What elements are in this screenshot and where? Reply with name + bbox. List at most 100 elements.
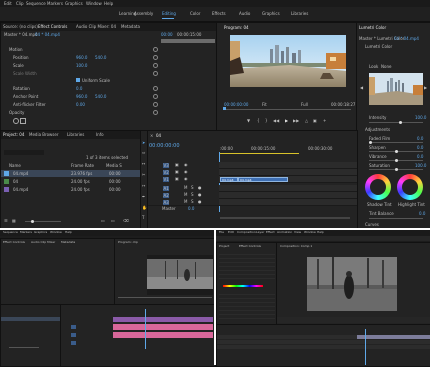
mic-icon[interactable]: ● [198,200,202,204]
tab-info[interactable]: Info [96,133,104,137]
track-label-a1[interactable]: A1 [163,186,170,191]
menu-item[interactable]: View [294,231,301,234]
audio-clip[interactable] [113,332,213,338]
menu-item[interactable]: Help [317,231,324,234]
icon-view-icon[interactable]: ▦ [12,219,16,223]
comp-tab[interactable]: Composition: Comp 1 [280,245,312,248]
reset-icon[interactable] [153,86,158,91]
timeline-tab[interactable]: 04 [156,134,161,138]
table-row-selected[interactable] [1,317,61,321]
col-frame-rate[interactable]: Frame Rate [71,164,94,168]
program-title[interactable]: Program: 04 [224,26,249,30]
ec-row-value[interactable]: 0.0 [76,87,82,91]
track-label-v3[interactable]: V3 [163,163,170,168]
tab-metadata[interactable]: Metadata [121,25,140,29]
workspace-editing[interactable]: Editing [162,12,176,16]
reset-icon[interactable] [153,71,158,76]
tab-project[interactable]: Project: 04 [3,133,24,137]
mute-icon[interactable]: M [184,186,187,190]
ec-row-value[interactable]: Uniform Scale [82,79,110,83]
slip-tool-icon[interactable]: ↦ [142,184,145,188]
curves-header[interactable]: Curves [365,223,379,227]
step-forward-icon[interactable]: ▶▶ [293,119,299,123]
menu-item[interactable]: Help [65,231,72,234]
menu-item[interactable]: Effect [266,231,275,234]
menu-item[interactable]: Graphics [34,231,47,234]
mic-icon[interactable]: ● [198,186,202,190]
razor-tool-icon[interactable]: ✂ [142,173,145,177]
mute-icon[interactable]: M [184,200,187,204]
menu-edit[interactable]: Edit [4,2,12,6]
delete-icon[interactable]: ⌫ [123,219,129,223]
program-resolution-select[interactable]: Full [301,103,308,107]
menu-sequence[interactable]: Sequence [26,2,46,6]
step-back-icon[interactable]: ◀◀ [273,119,279,123]
track-label-a1[interactable] [71,333,76,337]
tab-audio-clip-mixer[interactable]: Audio Clip Mixer [31,241,55,244]
reset-icon[interactable] [153,102,158,107]
mark-out-icon[interactable]: } [265,119,268,123]
faded-film-handle[interactable] [369,141,372,144]
adjust-value[interactable]: 0.0 [417,155,423,159]
track-label-v1[interactable]: V1 [163,177,170,182]
ec-clip-label[interactable]: 04 * 04.mp4 [35,33,60,37]
layer-bar[interactable] [357,335,430,339]
type-tool-icon[interactable]: T [142,216,144,220]
program-fit-select[interactable]: Fit [262,103,267,107]
mic-icon[interactable]: ● [198,193,202,197]
video-clip[interactable] [113,317,213,322]
intensity-slider-handle[interactable] [399,121,402,124]
new-bin-icon[interactable]: ▭ [101,219,105,223]
track-label-a2[interactable] [71,341,76,345]
new-item-icon[interactable]: ▭ [111,219,115,223]
master-track-value[interactable]: 0.0 [188,207,194,211]
ec-timecode-start[interactable]: 00:00 [161,33,173,37]
menu-item[interactable]: Composition [237,231,256,234]
work-area-bar[interactable] [219,153,299,154]
ec-row-value[interactable]: 960.0 [76,56,87,60]
col-name[interactable]: Name [9,164,21,168]
lift-icon[interactable]: △ [305,119,308,123]
item-name[interactable]: 04 [13,180,18,184]
adjustments-header[interactable]: Adjustments [365,128,390,132]
menu-item[interactable]: File [219,231,224,234]
ec-mini-timeline-clip[interactable] [161,39,215,43]
timeline-playhead[interactable] [145,309,146,349]
item-name[interactable]: 04.mp4 [13,188,28,192]
lock-icon[interactable]: ▣ [175,163,179,167]
track-label-v2[interactable]: V2 [163,170,170,175]
mask-rect-icon[interactable] [20,118,26,124]
timeline-zoom-scrollbar[interactable] [220,217,350,219]
reset-icon[interactable] [153,94,158,99]
tint-balance-slider[interactable] [369,218,423,219]
playhead-marker[interactable] [223,107,226,110]
program-scrubber[interactable] [223,109,351,110]
reset-icon[interactable] [153,110,158,115]
saturation-handle[interactable] [395,168,398,171]
adjust-value[interactable]: 100.0 [415,164,426,168]
tab-effect-controls[interactable]: Effect Controls [239,245,261,248]
ec-row-value[interactable]: 960.0 [76,95,87,99]
workspace-audio[interactable]: Audio [239,12,250,16]
ec-row-value[interactable]: 0.00 [76,103,85,107]
zoom-slider[interactable] [9,347,39,348]
workspace-assembly[interactable]: Assembly [134,12,153,16]
workspace-graphics[interactable]: Graphics [262,12,280,16]
tab-media-browser[interactable]: Media Browser [29,133,59,137]
track-select-icon[interactable]: ⇨ [142,151,145,155]
reset-icon[interactable] [153,63,158,68]
tab-source[interactable]: Source: (no clips) [3,25,38,29]
item-name[interactable]: 04.mp4 [13,172,28,176]
timeline-timecode[interactable]: 00:00:00:00 [149,144,180,149]
vibrance-handle[interactable] [395,159,398,162]
layer-row[interactable] [217,340,430,344]
tab-metadata[interactable]: Metadata [61,241,75,244]
project-search-input[interactable] [4,150,44,155]
track-label-a2[interactable]: A2 [163,193,170,198]
faded-film-slider[interactable] [369,142,423,143]
lumetri-look-preview[interactable] [369,73,423,105]
menu-help[interactable]: Help [104,2,113,6]
close-icon[interactable]: × [150,134,153,138]
track-label-a3[interactable]: A3 [163,200,170,205]
add-button-icon[interactable]: + [323,119,326,123]
